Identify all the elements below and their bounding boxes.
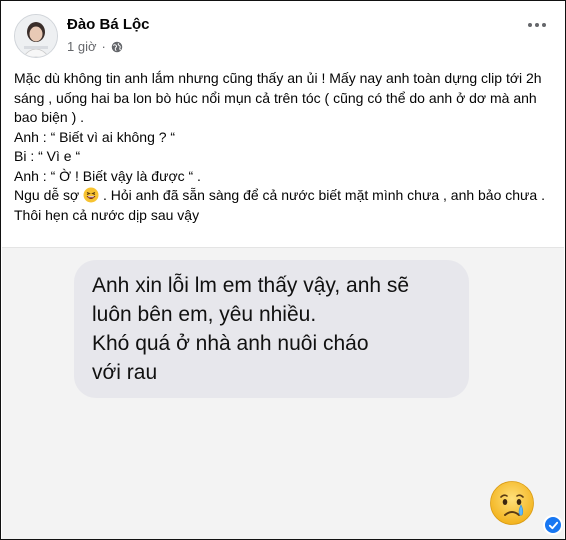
post-paragraph: Anh : “ Ờ ! Biết vậy là được “ . bbox=[14, 167, 201, 184]
author-avatar[interactable] bbox=[14, 14, 58, 58]
post-card: Đào Bá Lộc 1 giờ · Mặc dù không tin anh … bbox=[0, 0, 566, 540]
post-time[interactable]: 1 giờ bbox=[67, 39, 97, 54]
post-paragraph: Bi : “ Vì e “ bbox=[14, 148, 81, 164]
post-text: Mặc dù không tin anh lắm nhưng cũng thấy… bbox=[14, 69, 554, 225]
post-paragraph: Ngu dễ sợ . Hỏi anh đã sẵn sàng để cả nư… bbox=[14, 186, 554, 225]
message-line: Anh xin lỗi lm em thấy vậy, anh sẽ bbox=[92, 274, 410, 297]
message-line: với rau bbox=[92, 361, 158, 384]
message-line: Khó quá ở nhà anh nuôi cháo bbox=[92, 332, 369, 355]
more-options-button[interactable] bbox=[523, 13, 551, 37]
grinning-squinting-face-emoji bbox=[83, 187, 99, 203]
check-mark-icon bbox=[548, 521, 558, 529]
message-bubble: Anh xin lỗi lm em thấy vậy, anh sẽ luôn … bbox=[74, 260, 469, 398]
avatar-image bbox=[15, 15, 57, 57]
more-dot bbox=[542, 23, 546, 27]
post-paragraph: Mặc dù không tin anh lắm nhưng cũng thấy… bbox=[14, 70, 542, 125]
post-paragraph: Anh : “ Biết vì ai không ? “ bbox=[14, 128, 176, 145]
verified-check-icon bbox=[543, 515, 563, 535]
post-photo[interactable]: Anh xin lỗi lm em thấy vậy, anh sẽ luôn … bbox=[2, 247, 564, 539]
meta-separator: · bbox=[101, 39, 106, 54]
crying-face-emoji bbox=[490, 481, 534, 525]
author-name[interactable]: Đào Bá Lộc bbox=[67, 16, 150, 33]
post-header: Đào Bá Lộc 1 giờ · bbox=[1, 1, 565, 61]
post-meta: 1 giờ · bbox=[67, 39, 123, 54]
message-line: luôn bên em, yêu nhiều. bbox=[92, 303, 317, 326]
more-dot bbox=[535, 23, 539, 27]
paragraph-part: Ngu dễ sợ bbox=[14, 187, 84, 203]
globe-icon[interactable] bbox=[111, 41, 123, 53]
more-dots-icon bbox=[528, 23, 532, 27]
